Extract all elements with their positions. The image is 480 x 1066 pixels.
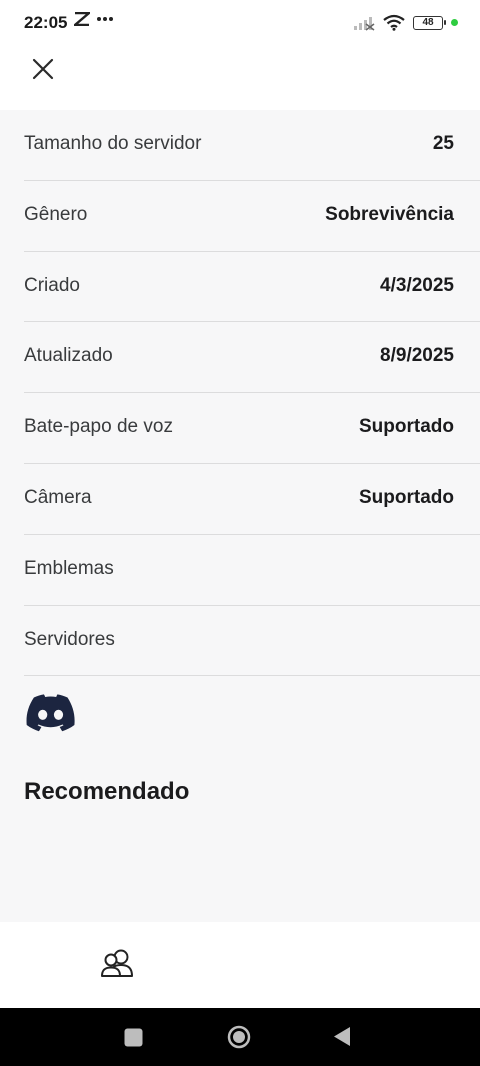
home-button[interactable]	[227, 1025, 251, 1054]
detail-label: Tamanho do servidor	[24, 133, 202, 154]
close-icon	[32, 58, 54, 80]
detail-row-genre: Gênero Sobrevivência	[24, 181, 480, 252]
detail-value: 8/9/2025	[380, 345, 454, 367]
detail-row-server-size: Tamanho do servidor 25	[24, 110, 480, 181]
status-system-icons: 48	[353, 14, 458, 31]
bottom-navigation	[0, 922, 480, 1008]
detail-label: Bate-papo de voz	[24, 416, 173, 438]
status-bar: 22:05 48	[0, 0, 480, 48]
experience-details-panel: Tamanho do servidor 25 Gênero Sobrevivên…	[0, 110, 480, 922]
battery-icon: 48	[413, 15, 446, 30]
detail-row-servers[interactable]: Servidores	[24, 606, 480, 677]
detail-row-voice-chat: Bate-papo de voz Suportado	[24, 393, 480, 464]
home-icon	[227, 1025, 251, 1049]
privacy-indicator-dot	[451, 19, 458, 26]
detail-value: 4/3/2025	[380, 274, 454, 296]
detail-row-badges[interactable]: Emblemas	[24, 535, 480, 606]
detail-label: Atualizado	[24, 345, 113, 367]
detail-row-updated: Atualizado 8/9/2025	[24, 322, 480, 394]
detail-row-created: Criado 4/3/2025	[24, 252, 480, 323]
more-notifications-icon	[97, 17, 113, 21]
friends-icon	[101, 949, 133, 977]
detail-label: Gênero	[24, 203, 88, 225]
top-bar	[0, 48, 480, 110]
system-navigation-bar	[0, 1008, 480, 1066]
discord-icon	[26, 694, 75, 732]
detail-value: Suportado	[359, 416, 454, 438]
wifi-icon	[383, 14, 405, 31]
signal-icon	[354, 16, 375, 31]
discord-link-button[interactable]	[26, 694, 78, 734]
detail-label: Emblemas	[24, 557, 114, 579]
detail-label: Servidores	[24, 628, 115, 650]
detail-value: 25	[432, 133, 454, 154]
recommended-heading: Recomendado	[24, 778, 190, 805]
back-button[interactable]	[333, 1026, 351, 1052]
detail-label: Criado	[24, 274, 80, 296]
details-list: Tamanho do servidor 25 Gênero Sobrevivên…	[0, 110, 480, 677]
detail-value: Sobrevivência	[325, 203, 454, 225]
recent-apps-icon	[124, 1028, 143, 1047]
detail-row-camera: Câmera Suportado	[24, 464, 480, 535]
detail-label: Câmera	[24, 486, 92, 508]
status-notification-icons	[74, 12, 114, 26]
close-button[interactable]	[26, 52, 60, 86]
back-icon	[334, 1027, 350, 1046]
recent-apps-button[interactable]	[124, 1028, 143, 1052]
status-time: 22:05	[24, 13, 68, 32]
detail-value: Suportado	[359, 486, 454, 508]
nav-friends-button[interactable]	[100, 948, 136, 980]
app-notification-icon	[74, 12, 90, 26]
